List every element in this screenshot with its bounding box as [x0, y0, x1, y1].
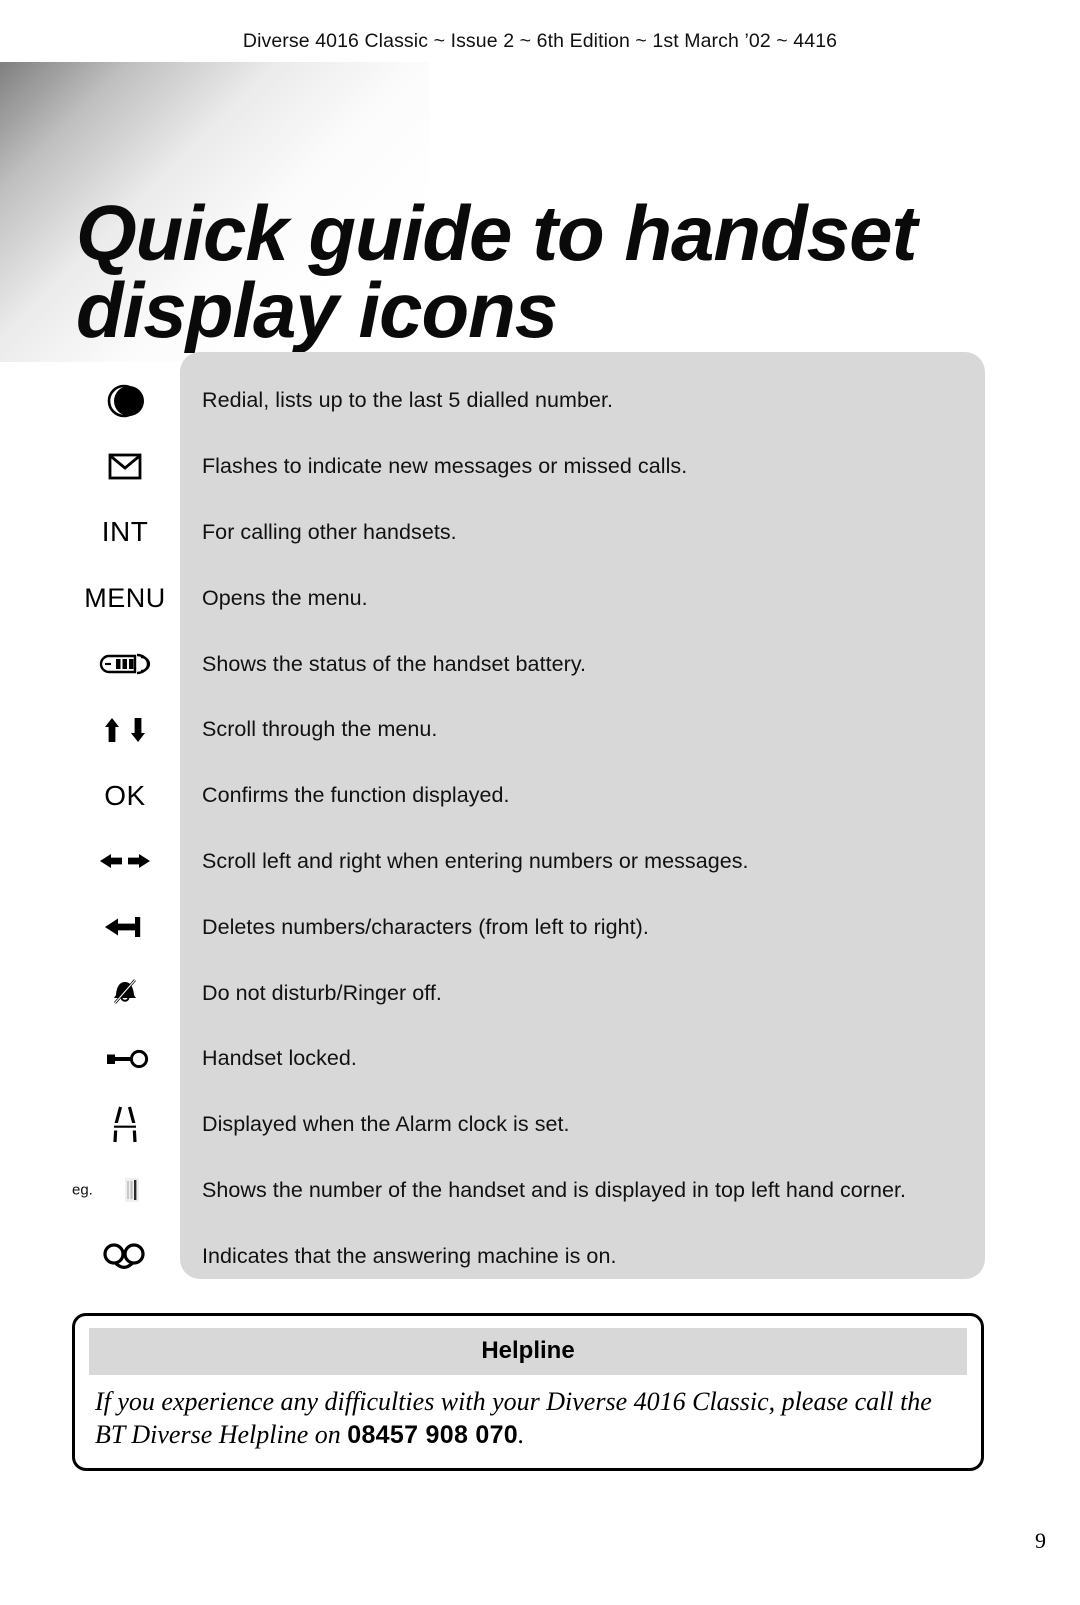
handset-number-icon: eg. — [70, 1175, 180, 1205]
running-head: Diverse 4016 Classic ~ Issue 2 ~ 6th Edi… — [242, 30, 838, 52]
eg-label: eg. — [72, 1181, 93, 1199]
helpline-body: If you experience any difficulties with … — [89, 1375, 967, 1454]
page-title-line-2: display icons — [76, 265, 558, 354]
table-row: Handset locked. — [70, 1026, 985, 1092]
ok-label: OK — [104, 779, 146, 811]
page-title: Quick guide to handset display icons — [76, 189, 956, 354]
row-description: For calling other handsets. — [202, 519, 457, 544]
table-row: MENU Opens the menu. — [70, 565, 985, 631]
table-row: Indicates that the answering machine is … — [70, 1223, 985, 1289]
table-row: Shows the status of the handset battery. — [70, 631, 985, 697]
answering-machine-icon — [70, 1240, 180, 1272]
icon-legend-table: Redial, lists up to the last 5 dialled n… — [70, 352, 985, 1289]
table-row: OK Confirms the function displayed. — [70, 763, 985, 829]
up-down-arrows-icon — [70, 714, 180, 746]
ok-text-icon: OK — [70, 780, 180, 812]
bell-crossed-icon — [70, 976, 180, 1010]
backspace-arrow-icon — [70, 913, 180, 941]
row-description: Handset locked. — [202, 1046, 357, 1071]
row-description: Opens the menu. — [202, 585, 368, 610]
row-description: Deletes numbers/characters (from left to… — [202, 914, 649, 939]
helpline-title: Helpline — [89, 1328, 967, 1375]
battery-icon — [70, 651, 180, 677]
row-description: Indicates that the answering machine is … — [202, 1243, 617, 1268]
int-text-icon: INT — [70, 516, 180, 548]
menu-text-icon: MENU — [70, 583, 180, 614]
row-description: Do not disturb/Ringer off. — [202, 980, 442, 1005]
table-row: Do not disturb/Ringer off. — [70, 960, 985, 1026]
table-row: eg. Shows the number of the handset and … — [70, 1158, 985, 1224]
page-number: 9 — [1035, 1528, 1046, 1553]
table-row: Deletes numbers/characters (from left to… — [70, 894, 985, 960]
helpline-box: Helpline If you experience any difficult… — [72, 1313, 984, 1471]
table-row: Redial, lists up to the last 5 dialled n… — [70, 368, 985, 434]
alarm-clock-icon — [70, 1102, 180, 1148]
row-description: Confirms the function displayed. — [202, 783, 510, 808]
envelope-icon — [70, 450, 180, 484]
redial-moon-icon — [70, 381, 180, 421]
row-description: Scroll through the menu. — [202, 717, 438, 742]
row-description: Shows the number of the handset and is d… — [202, 1177, 907, 1202]
table-row: INT For calling other handsets. — [70, 500, 985, 566]
key-icon — [70, 1046, 180, 1072]
row-description: Scroll left and right when entering numb… — [202, 848, 749, 873]
int-label: INT — [101, 516, 149, 548]
row-description: Redial, lists up to the last 5 dialled n… — [202, 388, 614, 413]
table-row: Scroll through the menu. — [70, 697, 985, 763]
helpline-text-after: . — [518, 1420, 525, 1450]
table-row: Displayed when the Alarm clock is set. — [70, 1092, 985, 1158]
left-right-arrows-icon — [70, 847, 180, 875]
table-row: Scroll left and right when entering numb… — [70, 829, 985, 895]
page-title-line-1: Quick guide to handset — [76, 189, 917, 278]
helpline-phone-number: 08457 908 070 — [347, 1421, 518, 1450]
row-description: Displayed when the Alarm clock is set. — [202, 1112, 570, 1137]
menu-label: MENU — [84, 582, 166, 613]
row-description: Shows the status of the handset battery. — [202, 651, 587, 676]
table-row: Flashes to indicate new messages or miss… — [70, 434, 985, 500]
row-description: Flashes to indicate new messages or miss… — [202, 454, 688, 479]
